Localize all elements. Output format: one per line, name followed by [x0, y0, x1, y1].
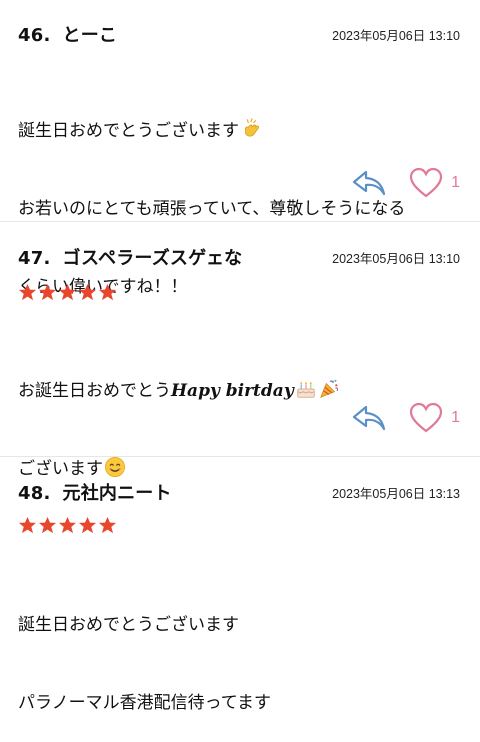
star-icon	[78, 283, 97, 301]
commenter-name[interactable]: とーこ	[63, 21, 118, 47]
comment-line: 誕生日おめでとうございます	[18, 121, 239, 141]
like-count: 1	[451, 174, 460, 191]
comment-timestamp: 2023年05月06日 13:10	[332, 28, 460, 43]
birthday-cake-emoji	[297, 382, 315, 398]
commenter-name[interactable]: 元社内ニート	[63, 479, 172, 505]
comment-line: ございます	[18, 459, 103, 479]
comment-timestamp: 2023年05月06日 13:10	[332, 251, 460, 266]
comment-body: 誕生日おめでとうございます パラノーマル香港配信待ってます	[18, 560, 462, 742]
star-icon	[38, 516, 57, 534]
star-icon	[78, 516, 97, 534]
comment-header: 46. とーこ 2023年05月06日 13:10	[18, 22, 460, 46]
star-icon	[58, 283, 77, 301]
comment-timestamp: 2023年05月06日 13:13	[332, 486, 460, 501]
commenter-name[interactable]: ゴスペラーズスゲェな	[63, 244, 243, 270]
star-icon	[18, 283, 37, 301]
fancy-text: Hapy birtday	[171, 381, 294, 401]
comment-actions: 1	[351, 402, 460, 434]
heart-outline-icon[interactable]	[409, 402, 443, 434]
comment-header: 48. 元社内ニート 2023年05月06日 13:13	[18, 480, 460, 504]
star-icon	[18, 516, 37, 534]
smiling-face-emoji	[105, 457, 125, 477]
party-popper-emoji	[319, 379, 338, 398]
comment-line: パラノーマル香港配信待ってます	[18, 693, 271, 713]
like-count: 1	[451, 409, 460, 426]
star-icon	[98, 516, 117, 534]
comment-number: 48.	[18, 483, 51, 504]
divider	[0, 456, 480, 457]
comment-line: お誕生日おめでとう	[18, 381, 171, 401]
star-icon	[38, 283, 57, 301]
star-rating	[18, 283, 117, 302]
comment-line: お若いのにとても頑張っていて、尊敬しそうになる	[18, 199, 406, 219]
star-icon	[58, 516, 77, 534]
star-icon	[98, 283, 117, 301]
comment-number: 46.	[18, 25, 51, 46]
reply-arrow-icon[interactable]	[351, 168, 387, 198]
reply-arrow-icon[interactable]	[351, 403, 387, 433]
comment-actions: 1	[351, 167, 460, 199]
comment-line: 誕生日おめでとうございます	[18, 615, 239, 635]
divider	[0, 221, 480, 222]
comment-number: 47.	[18, 248, 51, 269]
star-rating	[18, 516, 117, 535]
comment-header: 47. ゴスペラーズスゲェな 2023年05月06日 13:10	[18, 245, 460, 269]
clapping-hands-emoji	[244, 118, 259, 137]
heart-outline-icon[interactable]	[409, 167, 443, 199]
